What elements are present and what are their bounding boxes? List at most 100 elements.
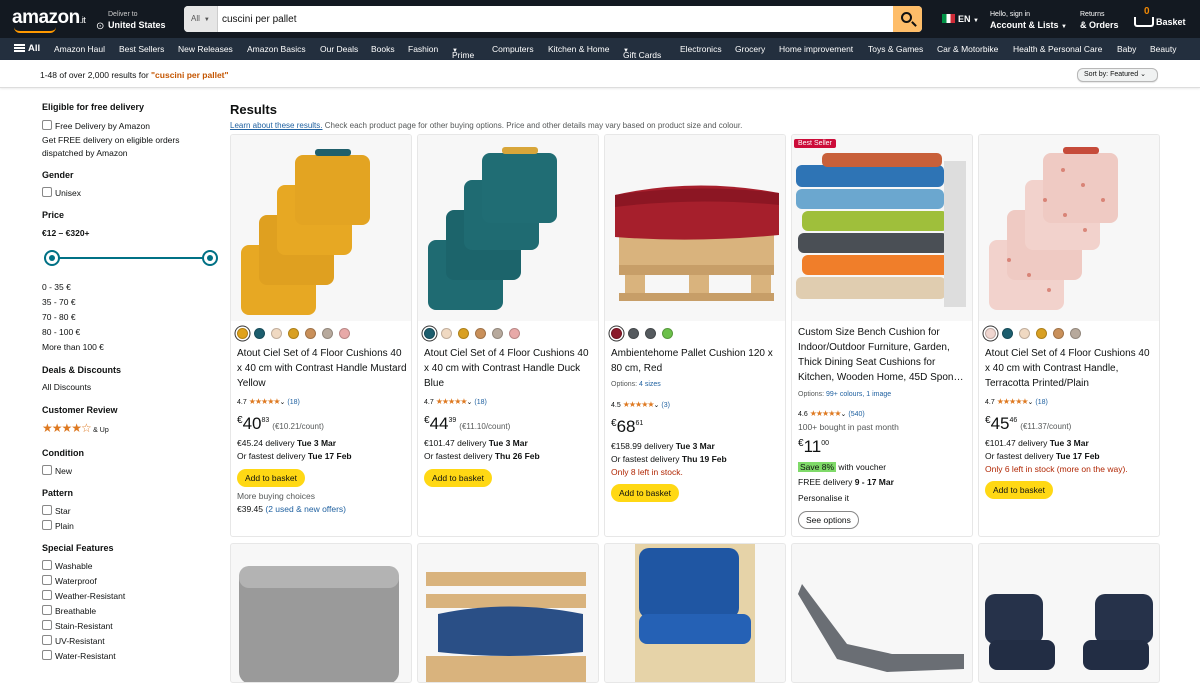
color-swatch[interactable] <box>254 328 265 339</box>
nav-item[interactable]: Best Sellers <box>119 44 164 54</box>
color-swatch[interactable] <box>1019 328 1030 339</box>
basket-button[interactable]: 0 Basket <box>1132 6 1192 31</box>
nav-item-prime[interactable]: Prime ▼ <box>452 44 474 60</box>
price-option-link[interactable]: 70 - 80 € <box>42 311 76 324</box>
price-option-link[interactable]: 0 - 35 € <box>42 281 71 294</box>
amazon-logo[interactable]: amazon.it <box>12 7 86 29</box>
checkbox[interactable] <box>42 590 52 600</box>
filter-option-label[interactable]: Plain <box>55 521 74 531</box>
checkbox[interactable] <box>42 635 52 645</box>
price-slider[interactable] <box>44 250 218 266</box>
nav-item-gift-cards[interactable]: Gift Cards ▼ <box>623 44 661 60</box>
filter-option-label[interactable]: Water-Resistant <box>55 651 116 661</box>
filter-option-label[interactable]: Free Delivery by Amazon <box>55 121 150 131</box>
search-button[interactable] <box>893 6 922 32</box>
see-options-button[interactable]: See options <box>798 511 859 529</box>
nav-item[interactable]: Health & Personal Care <box>1013 44 1102 54</box>
product-title-link[interactable]: Atout Ciel Set of 4 Floor Cushions 40 x … <box>985 346 1155 391</box>
color-swatch[interactable] <box>271 328 282 339</box>
color-swatch[interactable] <box>645 328 656 339</box>
add-to-basket-button[interactable]: Add to basket <box>237 469 305 487</box>
filter-option-label[interactable]: Waterproof <box>55 576 97 586</box>
search-category-dropdown[interactable]: All ▼ <box>184 6 218 32</box>
checkbox[interactable] <box>42 187 52 197</box>
color-swatch[interactable] <box>441 328 452 339</box>
price-slider-min-handle[interactable] <box>44 250 60 266</box>
nav-all-menu[interactable]: All <box>14 43 40 54</box>
nav-item[interactable]: Beauty <box>1150 44 1176 54</box>
product-card[interactable] <box>791 543 973 683</box>
product-card[interactable] <box>230 543 412 683</box>
price-option-link[interactable]: 35 - 70 € <box>42 296 76 309</box>
color-swatch[interactable] <box>322 328 333 339</box>
color-swatch[interactable] <box>1036 328 1047 339</box>
product-card[interactable] <box>417 543 599 683</box>
color-swatch[interactable] <box>339 328 350 339</box>
color-swatch[interactable] <box>305 328 316 339</box>
product-title-link[interactable]: Custom Size Bench Cushion for Indoor/Out… <box>798 325 968 385</box>
save-badge[interactable]: Save 8% <box>798 462 837 472</box>
filter-option-label[interactable]: Washable <box>55 561 92 571</box>
price-slider-max-handle[interactable] <box>202 250 218 266</box>
price-option-link[interactable]: More than 100 € <box>42 341 104 354</box>
product-image[interactable] <box>418 135 598 321</box>
nav-item[interactable]: Fashion <box>408 44 438 54</box>
nav-item[interactable]: Car & Motorbike <box>937 44 998 54</box>
color-swatch[interactable] <box>1053 328 1064 339</box>
color-swatch[interactable] <box>985 328 996 339</box>
add-to-basket-button[interactable]: Add to basket <box>985 481 1053 499</box>
product-card[interactable] <box>978 543 1160 683</box>
product-rating[interactable]: 4.7 ★★★★★⌄ (18) <box>424 397 487 406</box>
checkbox[interactable] <box>42 120 52 130</box>
checkbox[interactable] <box>42 520 52 530</box>
filter-option-label[interactable]: UV-Resistant <box>55 636 105 646</box>
search-input[interactable] <box>220 6 880 32</box>
nav-item[interactable]: Grocery <box>735 44 765 54</box>
color-swatch[interactable] <box>237 328 248 339</box>
nav-item[interactable]: Our Deals <box>320 44 358 54</box>
filter-option-label[interactable]: New <box>55 466 72 476</box>
color-swatch[interactable] <box>509 328 520 339</box>
nav-item[interactable]: Home improvement <box>779 44 853 54</box>
filter-option-label[interactable]: Stain-Resistant <box>55 621 113 631</box>
color-swatch[interactable] <box>475 328 486 339</box>
product-title-link[interactable]: Atout Ciel Set of 4 Floor Cushions 40 x … <box>424 346 594 391</box>
checkbox[interactable] <box>42 575 52 585</box>
product-rating[interactable]: 4.7 ★★★★★⌄ (18) <box>985 397 1048 406</box>
product-rating[interactable]: 4.7 ★★★★★⌄ (18) <box>237 397 300 406</box>
nav-item[interactable]: Toys & Games <box>868 44 923 54</box>
nav-item[interactable]: Kitchen & Home <box>548 44 609 54</box>
nav-item[interactable]: Baby <box>1117 44 1136 54</box>
checkbox[interactable] <box>42 465 52 475</box>
product-image[interactable] <box>605 135 785 321</box>
checkbox[interactable] <box>42 560 52 570</box>
filter-option-label[interactable]: Weather-Resistant <box>55 591 125 601</box>
language-selector[interactable]: EN ▼ <box>942 14 979 24</box>
checkbox[interactable] <box>42 620 52 630</box>
checkbox[interactable] <box>42 605 52 615</box>
used-new-offers-link[interactable]: (2 used & new offers) <box>265 504 346 514</box>
color-swatch[interactable] <box>1070 328 1081 339</box>
color-swatch[interactable] <box>288 328 299 339</box>
price-option-link[interactable]: 80 - 100 € <box>42 326 80 339</box>
options-link[interactable]: 99+ colours, 1 image <box>826 391 891 398</box>
product-card[interactable] <box>604 543 786 683</box>
color-swatch[interactable] <box>628 328 639 339</box>
rating-filter-link[interactable]: ★★★★☆ & Up <box>42 422 109 437</box>
returns-orders-link[interactable]: Returns & Orders <box>1080 10 1119 30</box>
nav-item[interactable]: Amazon Basics <box>247 44 306 54</box>
filter-option-label[interactable]: Star <box>55 506 71 516</box>
learn-about-results-link[interactable]: Learn about these results. <box>230 121 323 130</box>
product-rating[interactable]: 4.5 ★★★★★⌄ (3) <box>611 400 670 409</box>
product-rating[interactable]: 4.6 ★★★★★⌄ (540) <box>798 409 865 418</box>
filter-option-label[interactable]: Breathable <box>55 606 96 616</box>
account-menu[interactable]: Hello, sign in Account & Lists ▼ <box>990 10 1067 32</box>
add-to-basket-button[interactable]: Add to basket <box>424 469 492 487</box>
filter-option-label[interactable]: Unisex <box>55 188 81 198</box>
color-swatch[interactable] <box>662 328 673 339</box>
deliver-to-selector[interactable]: ⊙ Deliver to United States <box>96 9 166 32</box>
product-image[interactable]: Best Seller <box>792 135 972 321</box>
nav-item[interactable]: Books <box>371 44 395 54</box>
checkbox[interactable] <box>42 650 52 660</box>
add-to-basket-button[interactable]: Add to basket <box>611 484 679 502</box>
